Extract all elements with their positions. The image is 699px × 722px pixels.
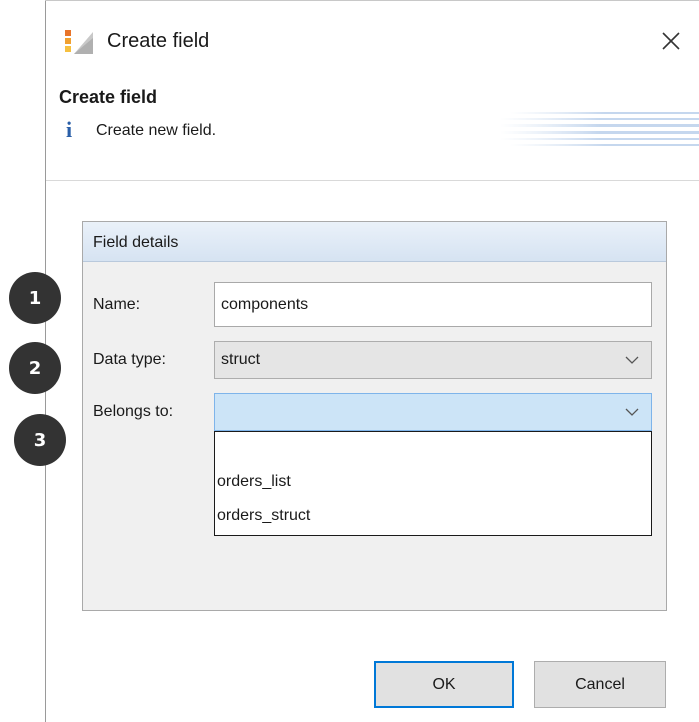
step-badge-2: 2 xyxy=(9,342,61,394)
step-badge-3: 3 xyxy=(14,414,66,466)
belongs-to-select[interactable] xyxy=(214,393,652,431)
group-title: Field details xyxy=(93,234,179,251)
belongs-label: Belongs to: xyxy=(93,403,174,420)
app-icon xyxy=(65,30,93,54)
header-divider xyxy=(46,180,699,181)
info-icon: i xyxy=(66,117,73,142)
group-header: Field details xyxy=(83,222,666,262)
step-badge-1: 1 xyxy=(9,272,61,324)
ok-button[interactable]: OK xyxy=(374,661,514,708)
cancel-button[interactable]: Cancel xyxy=(534,661,666,708)
datatype-value: struct xyxy=(221,351,261,368)
datatype-label: Data type: xyxy=(93,351,166,368)
close-icon[interactable] xyxy=(658,28,684,54)
page: Create field Create field i Create new f… xyxy=(0,0,699,722)
info-message: Create new field. xyxy=(96,122,217,139)
list-item-orders-list[interactable]: orders_list xyxy=(217,473,291,495)
chevron-down-icon xyxy=(625,356,639,364)
name-input[interactable] xyxy=(214,282,652,327)
dialog-border-top xyxy=(45,0,699,1)
chevron-down-icon xyxy=(625,408,639,416)
name-label: Name: xyxy=(93,296,141,313)
datatype-select[interactable]: struct xyxy=(214,341,652,379)
belongs-to-dropdown[interactable]: orders_list orders_struct xyxy=(214,431,652,536)
window-title: Create field xyxy=(107,30,210,52)
header-title: Create field xyxy=(59,87,158,107)
header-decoration xyxy=(500,112,699,146)
list-item-orders-struct[interactable]: orders_struct xyxy=(217,507,310,529)
